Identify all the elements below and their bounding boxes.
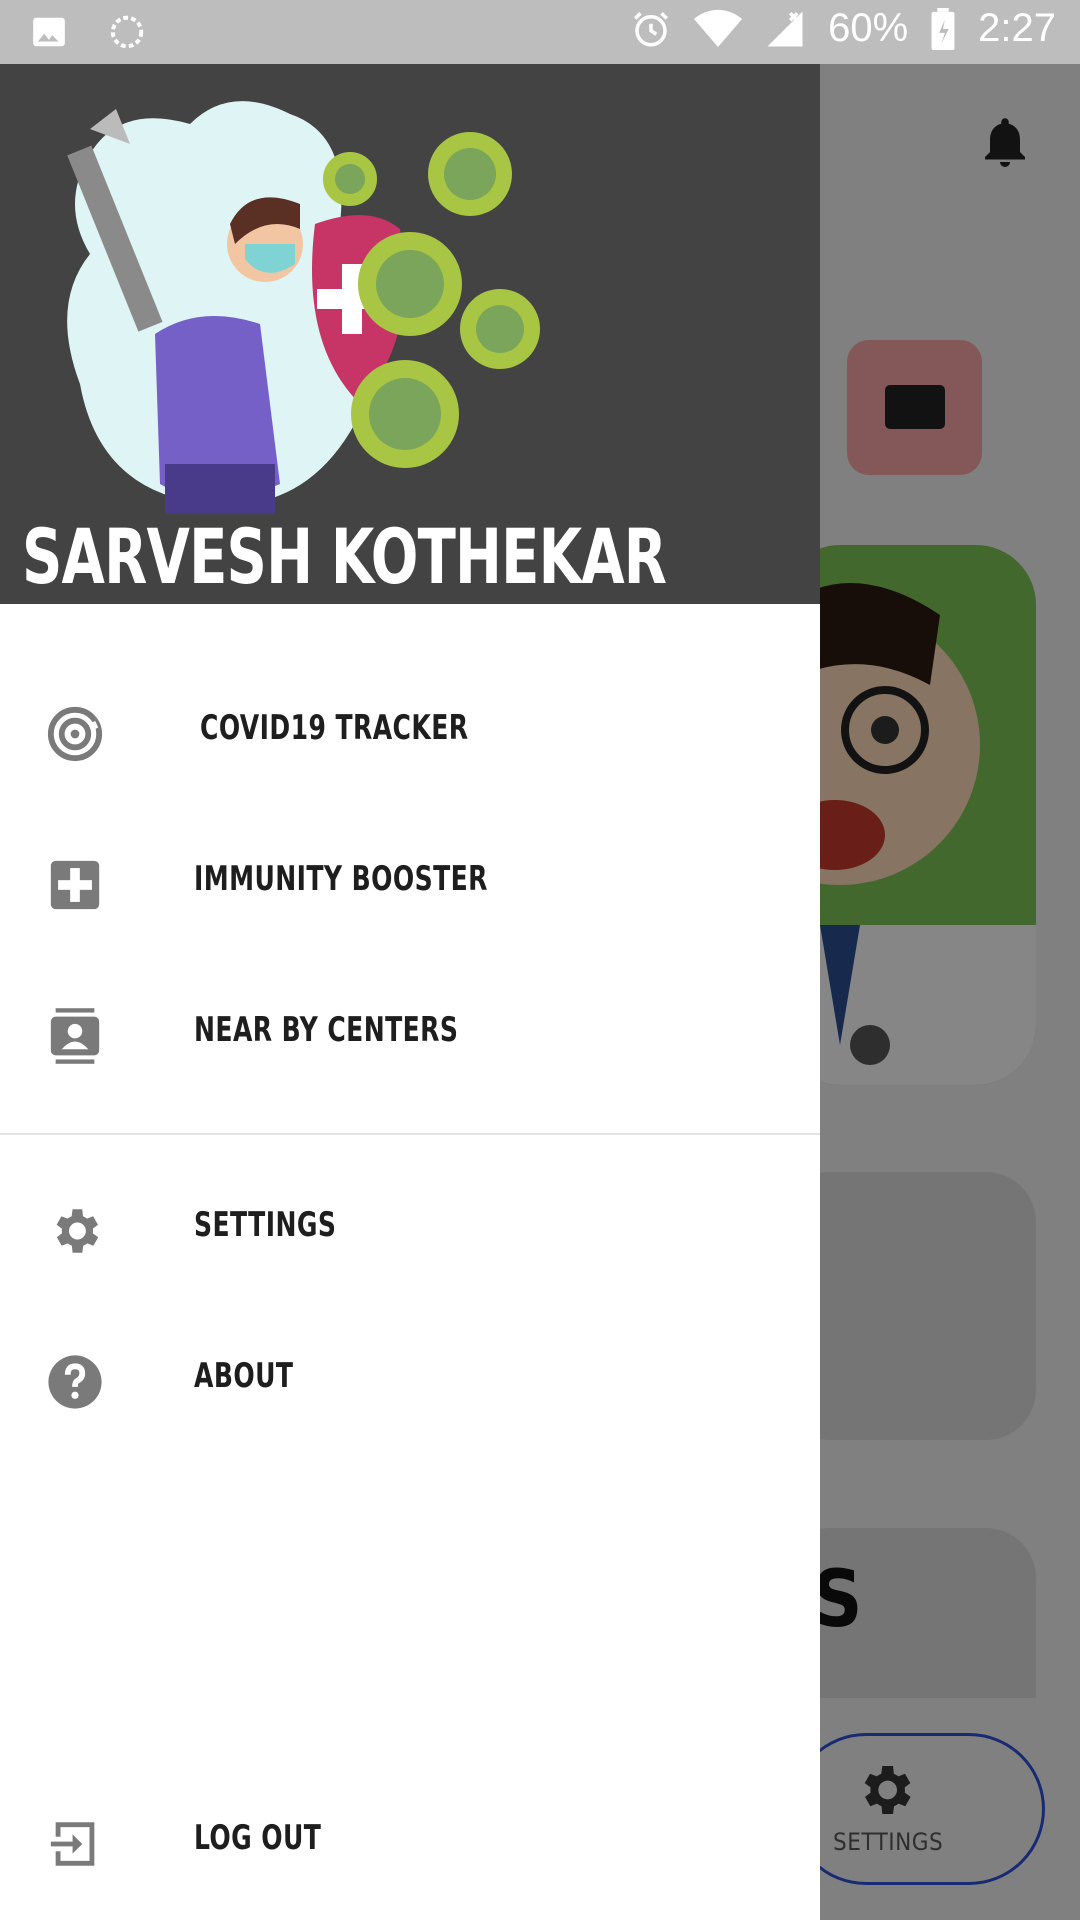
- menu-item-covid19-tracker[interactable]: COVID19 TRACKER: [0, 658, 820, 808]
- menu-label: SETTINGS: [194, 1205, 337, 1245]
- menu-item-settings[interactable]: SETTINGS: [0, 1155, 820, 1305]
- drawer-header: SARVESH KOTHEKAR: [0, 64, 820, 604]
- alarm-icon: [634, 11, 669, 46]
- navigation-drawer: SARVESH KOTHEKAR COVID19 TRACKER IMMUNIT…: [0, 64, 820, 1920]
- menu-item-about[interactable]: ABOUT: [0, 1306, 820, 1456]
- menu-divider: [0, 1133, 820, 1135]
- menu-label: ABOUT: [194, 1356, 294, 1396]
- contact-card-icon: [50, 1008, 100, 1064]
- radar-icon: [47, 706, 103, 762]
- loading-icon: [110, 15, 144, 49]
- menu-item-near-by-centers[interactable]: NEAR BY CENTERS: [0, 960, 820, 1110]
- battery-percent: 60%: [828, 6, 909, 50]
- menu-label: COVID19 TRACKER: [200, 708, 469, 748]
- signal-icon: [767, 11, 803, 46]
- logout-icon: [50, 1822, 95, 1866]
- status-bar: 60% 2:27: [0, 0, 1080, 64]
- menu-item-immunity-booster[interactable]: IMMUNITY BOOSTER: [0, 809, 820, 959]
- virus-fighter-illustration: [67, 101, 540, 514]
- menu-label: NEAR BY CENTERS: [194, 1010, 459, 1050]
- wifi-icon: [694, 9, 743, 47]
- menu-item-log-out[interactable]: LOG OUT: [0, 1768, 820, 1918]
- user-name: SARVESH KOTHEKAR: [22, 512, 667, 601]
- help-icon: [48, 1355, 102, 1409]
- battery-icon: [931, 7, 955, 50]
- gallery-icon: [33, 17, 65, 47]
- gear-icon: [56, 1209, 99, 1253]
- clock: 2:27: [978, 6, 1056, 50]
- logout-label: LOG OUT: [194, 1818, 322, 1858]
- menu-label: IMMUNITY BOOSTER: [194, 859, 488, 899]
- medical-plus-icon: [50, 860, 100, 910]
